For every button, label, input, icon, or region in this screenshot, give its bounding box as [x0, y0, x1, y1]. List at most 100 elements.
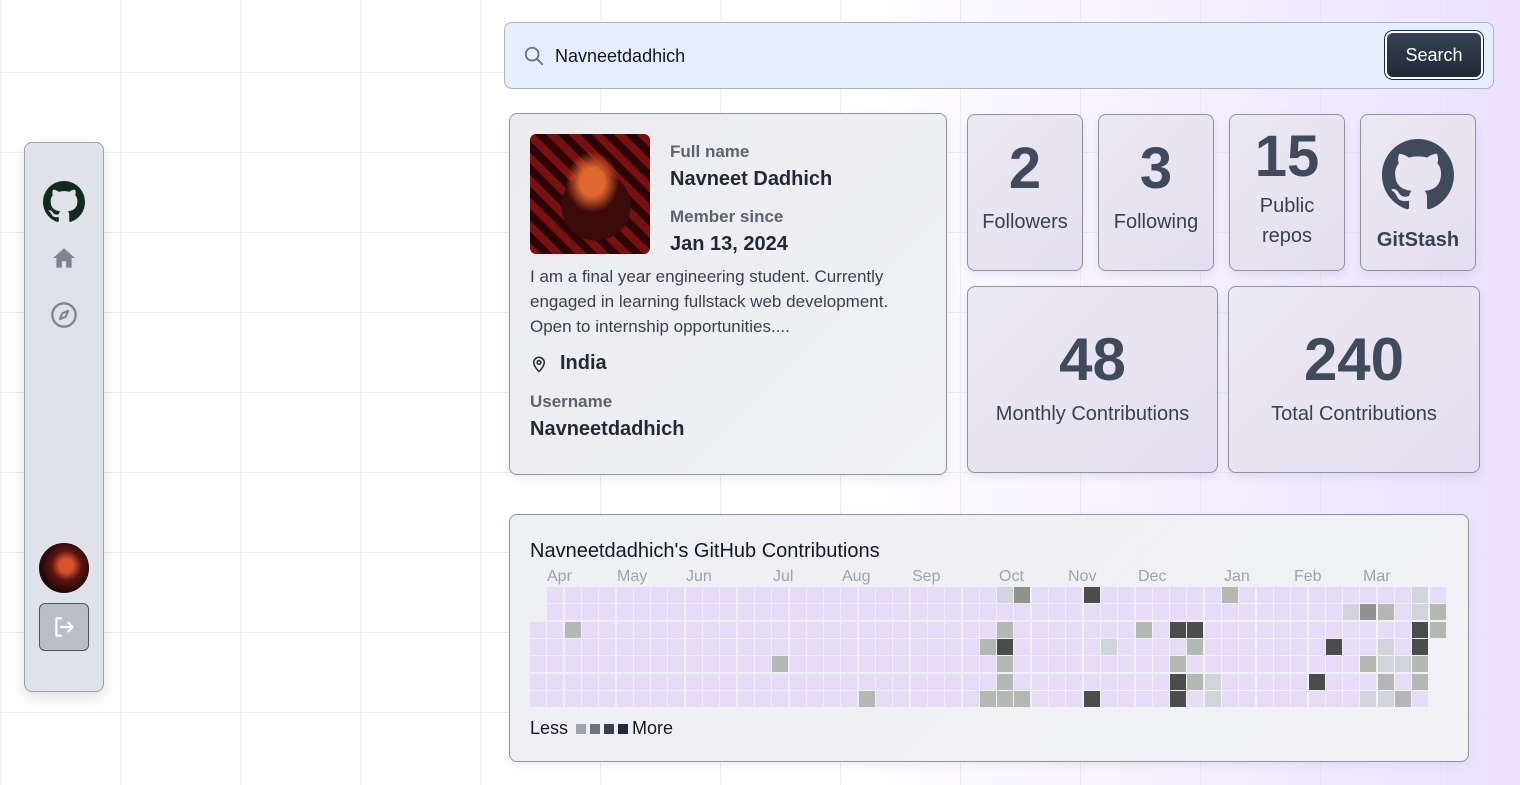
contribution-day[interactable]: [1256, 690, 1273, 707]
contribution-day[interactable]: [1083, 638, 1100, 655]
contribution-day[interactable]: [581, 673, 598, 690]
contribution-day[interactable]: [599, 587, 616, 603]
contribution-day[interactable]: [910, 638, 927, 655]
contribution-day[interactable]: [651, 638, 668, 655]
contribution-day[interactable]: [1187, 690, 1204, 707]
contribution-day[interactable]: [1325, 604, 1342, 621]
contribution-day[interactable]: [1395, 621, 1411, 638]
contribution-day[interactable]: [1187, 621, 1204, 638]
contribution-day[interactable]: [789, 621, 806, 638]
contribution-day[interactable]: [841, 690, 858, 707]
contribution-day[interactable]: [651, 656, 668, 673]
contribution-day[interactable]: [668, 690, 685, 707]
contribution-day[interactable]: [1256, 587, 1273, 603]
contribution-day[interactable]: [1377, 587, 1394, 603]
contribution-day[interactable]: [668, 673, 685, 690]
contribution-day[interactable]: [616, 656, 633, 673]
contribution-day[interactable]: [754, 621, 771, 638]
contribution-day[interactable]: [806, 621, 823, 638]
contribution-day[interactable]: [1083, 604, 1100, 621]
contribution-day[interactable]: [703, 621, 719, 638]
contribution-day[interactable]: [841, 621, 858, 638]
contribution-day[interactable]: [1100, 690, 1117, 707]
contribution-day[interactable]: [1273, 621, 1290, 638]
contribution-day[interactable]: [1273, 690, 1290, 707]
contribution-day[interactable]: [841, 656, 858, 673]
contribution-day[interactable]: [841, 673, 858, 690]
contribution-day[interactable]: [945, 604, 962, 621]
contribution-day[interactable]: [876, 673, 892, 690]
contribution-day[interactable]: [754, 587, 771, 603]
contribution-day[interactable]: [530, 656, 546, 673]
contribution-day[interactable]: [685, 587, 702, 603]
contribution-day[interactable]: [962, 690, 979, 707]
contribution-day[interactable]: [633, 673, 650, 690]
contribution-day[interactable]: [1049, 690, 1065, 707]
contribution-day[interactable]: [893, 673, 910, 690]
contribution-day[interactable]: [720, 638, 737, 655]
contribution-day[interactable]: [876, 587, 892, 603]
following-card[interactable]: 3 Following: [1098, 114, 1214, 271]
contribution-day[interactable]: [1239, 690, 1256, 707]
contribution-day[interactable]: [1031, 621, 1048, 638]
contribution-day[interactable]: [806, 656, 823, 673]
contribution-day[interactable]: [1049, 638, 1065, 655]
contribution-day[interactable]: [997, 604, 1014, 621]
search-button[interactable]: Search: [1385, 31, 1483, 79]
contribution-day[interactable]: [1222, 638, 1238, 655]
contribution-day[interactable]: [1170, 656, 1187, 673]
contribution-day[interactable]: [1273, 656, 1290, 673]
contribution-day[interactable]: [1031, 656, 1048, 673]
contribution-day[interactable]: [893, 621, 910, 638]
contribution-day[interactable]: [685, 690, 702, 707]
contribution-day[interactable]: [806, 673, 823, 690]
sidebar-item-explore[interactable]: [25, 301, 103, 329]
contribution-day[interactable]: [651, 621, 668, 638]
contribution-day[interactable]: [1083, 621, 1100, 638]
contribution-day[interactable]: [1066, 621, 1083, 638]
contribution-day[interactable]: [633, 621, 650, 638]
sidebar-item-home[interactable]: [25, 245, 103, 271]
followers-card[interactable]: 2 Followers: [967, 114, 1083, 271]
contribution-day[interactable]: [1377, 673, 1394, 690]
contribution-day[interactable]: [1291, 690, 1308, 707]
contribution-day[interactable]: [1256, 604, 1273, 621]
contribution-day[interactable]: [858, 690, 875, 707]
contribution-day[interactable]: [1412, 673, 1429, 690]
contribution-day[interactable]: [1135, 656, 1152, 673]
contribution-day[interactable]: [1360, 673, 1377, 690]
contribution-day[interactable]: [703, 587, 719, 603]
contribution-day[interactable]: [893, 587, 910, 603]
contribution-day[interactable]: [979, 690, 996, 707]
contribution-day[interactable]: [1412, 690, 1429, 707]
contribution-day[interactable]: [806, 638, 823, 655]
contribution-day[interactable]: [1360, 656, 1377, 673]
contribution-day[interactable]: [720, 690, 737, 707]
contribution-day[interactable]: [633, 656, 650, 673]
contribution-day[interactable]: [927, 673, 944, 690]
contribution-day[interactable]: [1239, 673, 1256, 690]
contribution-day[interactable]: [1152, 673, 1169, 690]
contribution-day[interactable]: [824, 690, 841, 707]
contribution-day[interactable]: [1395, 690, 1411, 707]
contribution-day[interactable]: [599, 690, 616, 707]
contribution-day[interactable]: [737, 604, 754, 621]
contribution-day[interactable]: [893, 638, 910, 655]
contribution-day[interactable]: [668, 604, 685, 621]
contribution-day[interactable]: [789, 656, 806, 673]
contribution-day[interactable]: [1152, 621, 1169, 638]
contribution-day[interactable]: [1343, 638, 1360, 655]
contribution-day[interactable]: [1291, 621, 1308, 638]
contribution-day[interactable]: [1273, 638, 1290, 655]
repos-card[interactable]: 15 Public repos: [1229, 114, 1345, 271]
contribution-day[interactable]: [876, 604, 892, 621]
contribution-day[interactable]: [979, 638, 996, 655]
contribution-day[interactable]: [1187, 673, 1204, 690]
contribution-day[interactable]: [1083, 587, 1100, 603]
contribution-day[interactable]: [633, 587, 650, 603]
contribution-day[interactable]: [547, 690, 564, 707]
contribution-day[interactable]: [962, 587, 979, 603]
contribution-day[interactable]: [841, 604, 858, 621]
contribution-day[interactable]: [616, 621, 633, 638]
contribution-day[interactable]: [754, 638, 771, 655]
